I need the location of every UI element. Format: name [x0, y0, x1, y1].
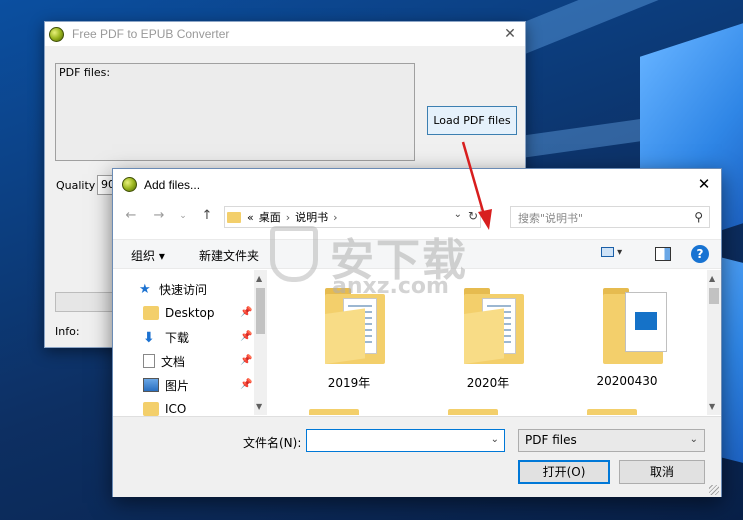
preview-pane-icon[interactable]	[655, 247, 671, 261]
nav-item-label: 下载	[165, 330, 190, 345]
star-icon: ★	[139, 282, 151, 297]
chevron-down-icon[interactable]: ⌄	[175, 208, 191, 224]
pin-icon[interactable]: 📌	[240, 307, 252, 318]
nav-item-quick-access[interactable]: ★ 快速访问	[139, 278, 207, 300]
up-arrow-icon[interactable]: ↑	[199, 208, 215, 224]
scrollbar-thumb[interactable]	[709, 288, 719, 304]
back-arrow-icon[interactable]: ←	[123, 208, 139, 224]
folder-icon	[143, 402, 159, 416]
download-icon: ⬇	[143, 330, 155, 346]
filetype-select[interactable]: PDF files ⌄	[518, 429, 705, 452]
search-input[interactable]: 搜索"说明书" ⚲	[510, 206, 710, 228]
scroll-down-icon[interactable]: ▼	[256, 402, 262, 411]
folder-icon[interactable]	[309, 409, 359, 415]
folder-icon[interactable]	[448, 409, 498, 415]
close-icon[interactable]: ✕	[695, 175, 713, 193]
scrollbar-thumb[interactable]	[256, 288, 265, 334]
pdf-files-label: PDF files:	[59, 66, 111, 79]
nav-item-label: 快速访问	[159, 282, 208, 297]
nav-item-label: 文档	[161, 354, 186, 369]
nav-item-desktop[interactable]: Desktop	[143, 302, 215, 324]
load-pdf-files-button[interactable]: Load PDF files	[427, 106, 517, 135]
resize-grip[interactable]	[709, 485, 719, 495]
shield-icon	[270, 226, 318, 282]
pin-icon[interactable]: 📌	[240, 355, 252, 366]
app-icon	[49, 26, 64, 42]
dialog-title: Add files...	[144, 177, 201, 192]
scroll-down-icon[interactable]: ▼	[709, 402, 715, 411]
filetype-value: PDF files	[525, 433, 577, 447]
folder-label: 2019年	[327, 376, 371, 390]
dialog-titlebar[interactable]: Add files... ✕	[113, 169, 721, 200]
folder-label: 20200430	[596, 374, 658, 388]
view-options-button[interactable]: ▾	[601, 247, 629, 263]
scroll-up-icon[interactable]: ▲	[256, 274, 262, 283]
organize-menu[interactable]: 组织 ▾	[131, 247, 165, 264]
chevron-down-icon: ⌄	[689, 434, 698, 445]
navigation-scrollbar[interactable]: ▲ ▼	[254, 270, 267, 415]
nav-item-label: 图片	[165, 378, 190, 393]
folder-icon	[143, 306, 159, 320]
converter-title: Free PDF to EPUB Converter	[72, 27, 230, 41]
nav-item-label: ICO	[165, 402, 187, 416]
filename-label: 文件名(N):	[243, 436, 302, 450]
pdf-files-list[interactable]: PDF files:	[55, 63, 415, 161]
breadcrumb-overflow[interactable]: «	[247, 211, 254, 224]
folder-icon[interactable]	[587, 409, 637, 415]
pin-icon[interactable]: 📌	[240, 379, 252, 390]
nav-item-downloads[interactable]: ⬇ 下载	[143, 326, 189, 348]
info-label: Info:	[55, 325, 80, 338]
dialog-footer: 文件名(N): ⌄ PDF files ⌄ 打开(O) 取消	[113, 416, 721, 497]
new-folder-button[interactable]: 新建文件夹	[199, 247, 259, 264]
watermark-subtext: anxz.com	[332, 274, 449, 299]
pin-icon[interactable]: 📌	[240, 331, 252, 342]
watermark: 安下载 anxz.com	[270, 218, 490, 308]
video-folder-icon	[603, 288, 667, 364]
document-icon	[143, 354, 155, 368]
converter-titlebar[interactable]: Free PDF to EPUB Converter ✕	[45, 22, 525, 46]
search-placeholder: 搜索"说明书"	[518, 212, 584, 225]
open-button[interactable]: 打开(O)	[518, 460, 610, 484]
nav-item-label: Desktop	[165, 306, 215, 320]
file-list-scrollbar[interactable]: ▲ ▼	[707, 270, 721, 415]
help-icon[interactable]: ?	[691, 245, 709, 263]
forward-arrow-icon[interactable]: →	[151, 208, 167, 224]
search-icon: ⚲	[694, 210, 703, 224]
navigation-pane: ★ 快速访问 Desktop 📌 ⬇ 下载 📌 文档 📌 图片 📌 ICO ▲	[113, 270, 267, 416]
scroll-up-icon[interactable]: ▲	[709, 274, 715, 283]
folder-item-20200430[interactable]: 20200430	[577, 270, 677, 400]
filename-input[interactable]: ⌄	[306, 429, 505, 452]
close-icon[interactable]: ✕	[501, 25, 519, 43]
cancel-button[interactable]: 取消	[619, 460, 705, 484]
picture-icon	[143, 378, 159, 392]
app-icon	[122, 177, 137, 192]
nav-item-documents[interactable]: 文档	[143, 350, 185, 372]
chevron-down-icon[interactable]: ⌄	[491, 434, 499, 445]
nav-item-pictures[interactable]: 图片	[143, 374, 189, 396]
folder-icon	[227, 211, 241, 223]
quality-label: Quality	[56, 179, 96, 192]
folder-label: 2020年	[466, 376, 510, 390]
progress-bar	[55, 292, 115, 312]
view-icon	[601, 247, 614, 257]
